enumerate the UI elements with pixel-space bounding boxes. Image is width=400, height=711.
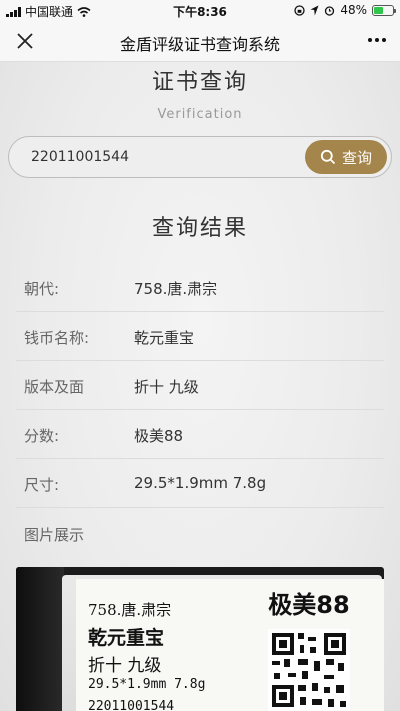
slab-line-name: 乾元重宝 [88,627,165,649]
battery-percent: 48% [340,3,367,17]
status-right: 48% [294,3,396,17]
certificate-search-input[interactable] [31,137,291,177]
nav-bar: 金盾评级证书查询系统 [0,20,400,62]
page-subtitle: Verification [157,107,243,122]
result-row-dynasty: 朝代: 758.唐.肃宗 [16,263,384,312]
row-label: 朝代: [24,280,60,298]
row-value: 乾元重宝 [134,329,195,347]
rotation-lock-icon [294,4,305,16]
search-button[interactable]: 查询 [305,140,387,174]
slab-edge [16,567,64,711]
battery-level [374,6,383,14]
image-section-label: 图片展示 [24,526,85,544]
alarm-icon [325,5,335,16]
search-button-label: 查询 [341,148,372,167]
status-bar: 中国联通 下午8:36 48% [0,0,400,20]
more-icon[interactable] [368,38,386,42]
page-title: 证书查询 [151,70,248,95]
row-label: 尺寸: [24,476,60,494]
slab-grade: 极美88 [268,591,350,619]
row-value: 29.5*1.9mm 7.8g [134,474,267,492]
result-row-coin-name: 钱币名称: 乾元重宝 [16,312,384,361]
coin-slab-photo[interactable]: 758.唐.肃宗 乾元重宝 折十 九级 29.5*1.9mm 7.8g 2201… [16,567,384,711]
row-value: 极美88 [134,427,184,445]
qr-code-icon [268,629,350,711]
battery-icon [372,4,396,16]
row-value: 折十 九级 [134,378,199,396]
row-value: 758.唐.肃宗 [134,280,218,298]
slab-line-serial: 22011001544 [88,699,175,711]
row-label: 钱币名称: [24,329,90,347]
result-list: 朝代: 758.唐.肃宗 钱币名称: 乾元重宝 版本及面 折十 九级 分数: 极… [0,263,400,508]
search-box: 查询 [8,136,392,178]
result-row-size: 尺寸: 29.5*1.9mm 7.8g [16,459,384,508]
row-label: 分数: [24,427,60,445]
page-content: 证书查询 Verification 查询 查询结果 朝代: 758.唐.肃宗 钱… [0,62,400,711]
slab-line-version: 折十 九级 [88,656,162,676]
result-row-score: 分数: 极美88 [16,410,384,459]
row-label: 版本及面 [24,378,85,396]
slab-line-dynasty: 758.唐.肃宗 [88,601,172,619]
result-row-version: 版本及面 折十 九级 [16,361,384,410]
location-icon [310,5,319,15]
search-icon [320,149,336,165]
result-title: 查询结果 [151,216,248,241]
slab-line-size: 29.5*1.9mm 7.8g [88,677,206,692]
nav-title: 金盾评级证书查询系统 [119,35,280,54]
